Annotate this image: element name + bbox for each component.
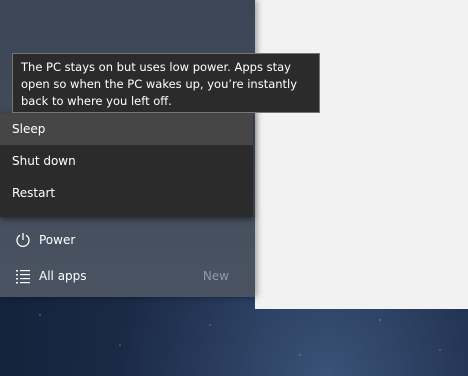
power-option-restart[interactable]: Restart — [0, 177, 253, 209]
app-window[interactable] — [255, 0, 468, 309]
power-icon — [14, 231, 32, 249]
power-button[interactable]: Power — [0, 222, 255, 258]
power-label: Power — [39, 233, 76, 247]
new-badge: New — [202, 269, 229, 283]
all-apps-label: All apps — [39, 269, 87, 283]
sleep-tooltip: The PC stays on but uses low power. Apps… — [12, 53, 320, 113]
power-options-menu: Sleep Shut down Restart — [0, 113, 253, 217]
all-apps-list-icon — [14, 267, 32, 285]
all-apps-button[interactable]: All apps New — [0, 258, 255, 294]
power-option-shut-down[interactable]: Shut down — [0, 145, 253, 177]
power-option-sleep[interactable]: Sleep — [0, 113, 253, 145]
